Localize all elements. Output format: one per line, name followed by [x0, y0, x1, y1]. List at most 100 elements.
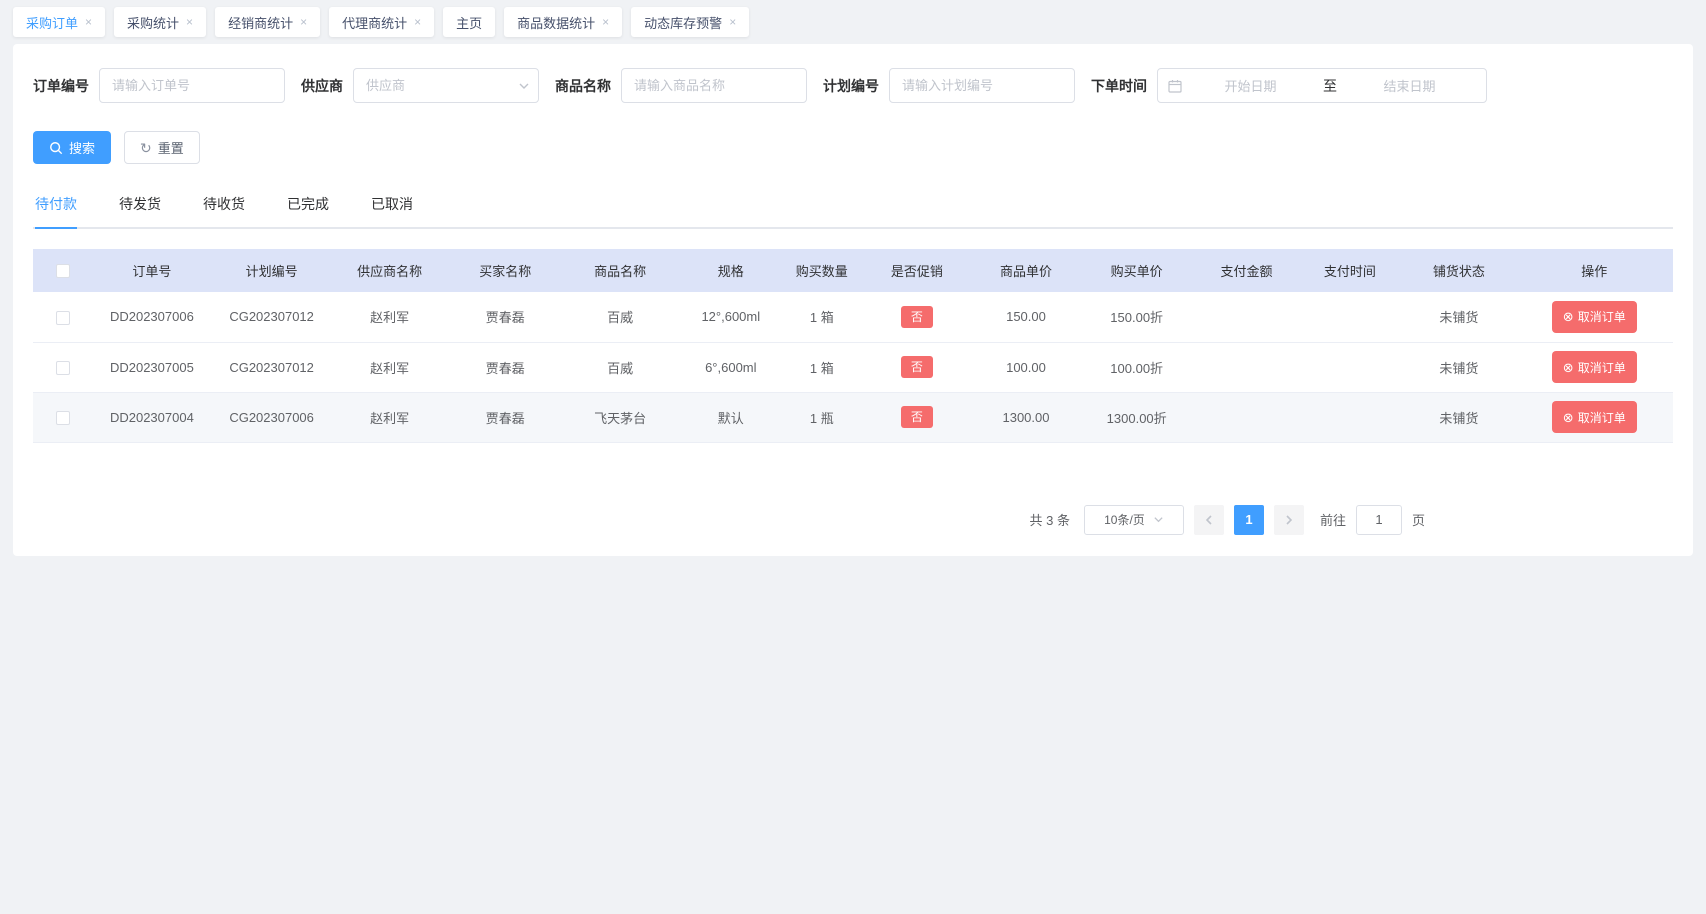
- product-name-input[interactable]: [621, 68, 807, 103]
- cell-buyer: 贾春磊: [448, 392, 563, 442]
- tab-purchase-stats[interactable]: 采购统计 ×: [114, 7, 206, 37]
- status-tab-pending-shipment[interactable]: 待发货: [119, 194, 161, 227]
- pagination-total: 共 3 条: [1030, 510, 1070, 529]
- header-pay-amount: 支付金额: [1196, 249, 1298, 292]
- header-pay-time: 支付时间: [1297, 249, 1402, 292]
- tab-home[interactable]: 主页: [443, 7, 495, 37]
- tab-label: 商品数据统计: [517, 13, 595, 32]
- orders-table: 订单号 计划编号 供应商名称 买家名称 商品名称 规格 购买数量 是否促销 商品…: [33, 249, 1673, 443]
- goto-label: 前往: [1320, 510, 1346, 529]
- header-order-no: 订单号: [92, 249, 212, 292]
- cell-product: 飞天茅台: [563, 392, 678, 442]
- prev-page-button[interactable]: [1194, 505, 1224, 535]
- order-no-label: 订单编号: [33, 76, 89, 96]
- supplier-select[interactable]: [353, 68, 539, 103]
- cell-stock-status: 未铺货: [1402, 342, 1515, 392]
- tab-purchase-orders[interactable]: 采购订单 ×: [13, 7, 105, 37]
- row-checkbox[interactable]: [56, 411, 70, 425]
- refresh-icon: ↻: [140, 141, 152, 155]
- supplier-select-input[interactable]: [353, 68, 539, 103]
- status-tab-pending-receipt[interactable]: 待收货: [203, 194, 245, 227]
- header-unit-price: 商品单价: [974, 249, 1077, 292]
- status-tab-cancelled[interactable]: 已取消: [371, 194, 413, 227]
- filter-order-no: 订单编号: [33, 68, 285, 103]
- tab-agent-stats[interactable]: 代理商统计 ×: [329, 7, 434, 37]
- tab-stock-alert[interactable]: 动态库存预警 ×: [631, 7, 749, 37]
- date-range-separator: 至: [1317, 76, 1343, 96]
- search-button[interactable]: 搜索: [33, 131, 111, 164]
- header-buy-price: 购买单价: [1078, 249, 1196, 292]
- cell-product: 百威: [563, 342, 678, 392]
- cell-buy-price: 150.00折: [1078, 292, 1196, 342]
- table-row: DD202307004 CG202307006 赵利军 贾春磊 飞天茅台 默认 …: [33, 392, 1673, 442]
- filter-product-name: 商品名称: [555, 68, 807, 103]
- cell-order-no: DD202307006: [92, 292, 212, 342]
- goto-unit: 页: [1412, 510, 1425, 529]
- status-tab-completed[interactable]: 已完成: [287, 194, 329, 227]
- close-icon[interactable]: ×: [414, 16, 421, 28]
- start-date-placeholder[interactable]: 开始日期: [1184, 76, 1317, 95]
- cell-stock-status: 未铺货: [1402, 292, 1515, 342]
- promo-badge: 否: [901, 356, 933, 378]
- cell-order-no: DD202307005: [92, 342, 212, 392]
- select-all-checkbox[interactable]: [56, 264, 70, 278]
- cell-supplier: 赵利军: [331, 342, 447, 392]
- tab-product-data-stats[interactable]: 商品数据统计 ×: [504, 7, 622, 37]
- next-page-button[interactable]: [1274, 505, 1304, 535]
- cell-spec: 6°,600ml: [678, 342, 785, 392]
- search-icon: [49, 141, 63, 155]
- cell-pay-amount: [1196, 342, 1298, 392]
- cell-unit-price: 150.00: [974, 292, 1077, 342]
- cell-stock-status: 未铺货: [1402, 392, 1515, 442]
- header-promo: 是否促销: [860, 249, 975, 292]
- close-icon[interactable]: ×: [729, 16, 736, 28]
- cancel-order-button[interactable]: ⊗ 取消订单: [1552, 351, 1637, 383]
- cell-buy-price: 100.00折: [1078, 342, 1196, 392]
- filter-bar: 订单编号 供应商 商品名称 计划编号 下单时间: [33, 68, 1673, 103]
- tab-label: 采购订单: [26, 13, 78, 32]
- status-tab-pending-payment[interactable]: 待付款: [35, 194, 77, 227]
- page-number-1[interactable]: 1: [1234, 505, 1264, 535]
- page-size-value: 10条/页: [1104, 511, 1145, 528]
- close-icon[interactable]: ×: [186, 16, 193, 28]
- close-icon[interactable]: ×: [85, 16, 92, 28]
- supplier-label: 供应商: [301, 76, 343, 96]
- pagination: 共 3 条 10条/页 1 前往 页: [33, 505, 1673, 535]
- cancel-order-button[interactable]: ⊗ 取消订单: [1552, 301, 1637, 333]
- goto-page-input[interactable]: [1356, 505, 1402, 535]
- header-qty: 购买数量: [784, 249, 859, 292]
- filter-plan-no: 计划编号: [823, 68, 1075, 103]
- close-icon[interactable]: ×: [300, 16, 307, 28]
- tab-dealer-stats[interactable]: 经销商统计 ×: [215, 7, 320, 37]
- content-card: 订单编号 供应商 商品名称 计划编号 下单时间: [13, 44, 1693, 556]
- cell-supplier: 赵利军: [331, 292, 447, 342]
- cancel-order-button[interactable]: ⊗ 取消订单: [1552, 401, 1637, 433]
- cell-unit-price: 100.00: [974, 342, 1077, 392]
- cell-product: 百威: [563, 292, 678, 342]
- promo-badge: 否: [901, 406, 933, 428]
- reset-button[interactable]: ↻ 重置: [124, 131, 200, 164]
- date-range-picker[interactable]: 开始日期 至 结束日期: [1157, 68, 1487, 103]
- end-date-placeholder[interactable]: 结束日期: [1343, 76, 1476, 95]
- header-buyer: 买家名称: [448, 249, 563, 292]
- tab-label: 动态库存预警: [644, 13, 722, 32]
- plan-no-input[interactable]: [889, 68, 1075, 103]
- row-checkbox[interactable]: [56, 311, 70, 325]
- tab-label: 代理商统计: [342, 13, 407, 32]
- page-size-select[interactable]: 10条/页: [1084, 505, 1184, 535]
- header-spec: 规格: [678, 249, 785, 292]
- tab-label: 经销商统计: [228, 13, 293, 32]
- cell-pay-amount: [1196, 392, 1298, 442]
- close-icon[interactable]: ×: [602, 16, 609, 28]
- search-button-label: 搜索: [69, 138, 95, 157]
- chevron-left-icon: [1203, 514, 1215, 526]
- header-stock-status: 铺货状态: [1402, 249, 1515, 292]
- top-tab-bar: 采购订单 × 采购统计 × 经销商统计 × 代理商统计 × 主页 商品数据统计 …: [0, 0, 1706, 44]
- order-no-input[interactable]: [99, 68, 285, 103]
- circle-close-icon: ⊗: [1563, 411, 1574, 424]
- header-select-all: [33, 249, 92, 292]
- row-checkbox[interactable]: [56, 361, 70, 375]
- promo-badge: 否: [901, 306, 933, 328]
- cancel-order-label: 取消订单: [1578, 308, 1626, 325]
- cell-buyer: 贾春磊: [448, 292, 563, 342]
